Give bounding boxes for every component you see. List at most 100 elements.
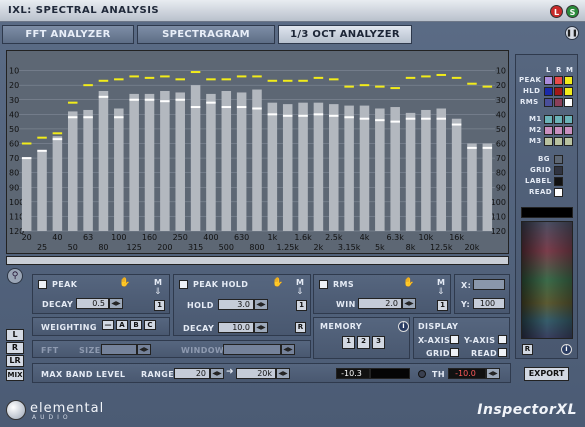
th-field[interactable]: -10.0 — [448, 368, 486, 379]
memory-slot-3[interactable]: 3 — [372, 336, 385, 349]
th-label: TH — [432, 370, 445, 379]
th-stepper[interactable]: ◀▶ — [486, 368, 500, 379]
peak-hold-marker — [482, 85, 493, 88]
y-axis-checkbox[interactable] — [498, 335, 507, 344]
peak-hold-checkbox[interactable] — [179, 280, 188, 289]
y-tick-label-left: 10 — [9, 67, 19, 76]
x-axis-checkbox[interactable] — [450, 335, 459, 344]
weighting-b-button[interactable]: B — [130, 320, 142, 330]
peak-checkbox[interactable] — [38, 280, 47, 289]
swatch-m2-m[interactable] — [564, 126, 573, 135]
grid-checkbox[interactable] — [450, 348, 459, 357]
memory-info-icon[interactable]: i — [398, 321, 409, 332]
tab-oct-analyzer[interactable]: 1/3 OCT ANALYZER — [278, 25, 412, 44]
rms-m-button[interactable]: 1 — [437, 300, 448, 311]
weighting-a-button[interactable]: A — [116, 320, 128, 330]
memory-slot-1[interactable]: 1 — [342, 336, 355, 349]
spectrum-bar — [282, 104, 293, 231]
x-axis-label: X-AXIS — [418, 336, 451, 345]
channel-r-button[interactable]: R — [6, 342, 24, 354]
peak-decay-field[interactable]: 0.5 — [76, 298, 109, 309]
read-checkbox[interactable] — [498, 348, 507, 357]
swatch-m1-l[interactable] — [544, 115, 553, 124]
range-to-stepper[interactable]: ◀▶ — [276, 368, 290, 379]
swatch-grid[interactable] — [554, 166, 563, 175]
swatch-rms-r[interactable] — [554, 98, 563, 107]
hold-field[interactable]: 3.0 — [218, 299, 254, 310]
y-axis-label: Y-AXIS — [464, 336, 496, 345]
x-label: X: — [461, 281, 472, 290]
peak-hold-marker — [98, 79, 109, 82]
export-button[interactable]: EXPORT — [524, 367, 569, 381]
weighting-none-button[interactable]: — — [102, 320, 114, 330]
channel-lr-button[interactable]: LR — [6, 355, 24, 367]
hold-decay-stepper[interactable]: ◀▶ — [254, 322, 268, 333]
swatch-read[interactable] — [554, 188, 563, 197]
hold-stepper[interactable]: ◀▶ — [254, 299, 268, 310]
memory-slot-2[interactable]: 2 — [357, 336, 370, 349]
spectrum-bar — [206, 93, 216, 231]
hold-reset-button[interactable]: R — [295, 322, 306, 333]
swatch-hld-m[interactable] — [564, 87, 573, 96]
rms-win-stepper[interactable]: ◀▶ — [402, 298, 416, 309]
legend-info-icon[interactable]: i — [561, 344, 572, 355]
peak-m-button[interactable]: 1 — [154, 300, 165, 311]
swatch-hld-l[interactable] — [544, 87, 553, 96]
weighting-c-button[interactable]: C — [144, 320, 156, 330]
peak-hold-marker — [451, 76, 462, 79]
color-picker[interactable] — [521, 221, 573, 339]
hold-m-button[interactable]: 1 — [296, 300, 307, 311]
channel-mix-button[interactable]: MIX — [6, 369, 24, 381]
swatch-m2-l[interactable] — [544, 126, 553, 135]
rms-marker — [451, 123, 462, 126]
swatch-m1-m[interactable] — [564, 115, 573, 124]
legend-rms-label: RMS — [520, 98, 539, 106]
y-tick-label-left: 30 — [9, 96, 19, 105]
swatch-m2-r[interactable] — [554, 126, 563, 135]
swatch-bg[interactable] — [554, 155, 563, 164]
swatch-rms-l[interactable] — [544, 98, 553, 107]
range-from-field[interactable]: 20 — [174, 368, 210, 379]
swatch-peak-r[interactable] — [554, 76, 563, 85]
x-tick-label-top: 20 — [22, 233, 32, 242]
swatch-peak-l[interactable] — [544, 76, 553, 85]
rms-checkbox[interactable] — [319, 280, 328, 289]
x-tick-label-bottom: 50 — [68, 243, 78, 252]
peak-decay-stepper[interactable]: ◀▶ — [109, 298, 123, 309]
x-tick-label-top: 100 — [111, 233, 126, 242]
peak-hold-marker — [359, 84, 370, 87]
swatch-label[interactable] — [554, 177, 563, 186]
spectrum-bar — [221, 91, 232, 231]
swatch-hld-r[interactable] — [554, 87, 563, 96]
tab-fft-analyzer[interactable]: FFT ANALYZER — [2, 25, 134, 44]
chart-scrollbar[interactable] — [6, 256, 509, 265]
range-from-stepper[interactable]: ◀▶ — [210, 368, 224, 379]
s-button[interactable]: S — [566, 5, 579, 18]
swatch-m3-r[interactable] — [554, 137, 563, 146]
swatch-m3-l[interactable] — [544, 137, 553, 146]
brand-sub: AUDIO — [32, 414, 72, 421]
swatch-m1-r[interactable] — [554, 115, 563, 124]
tab-spectragram[interactable]: SPECTRAGRAM — [137, 25, 275, 44]
x-tick-label-bottom: 8k — [406, 243, 416, 252]
fft-size-label: SIZE — [79, 346, 101, 355]
swatch-m3-m[interactable] — [564, 137, 573, 146]
legend-reset-button[interactable]: R — [522, 344, 533, 355]
spectrum-bar — [390, 107, 400, 231]
y-field: 100 — [473, 298, 505, 309]
rms-marker — [405, 117, 416, 120]
channel-l-button[interactable]: L — [6, 329, 24, 341]
spectrum-bar — [160, 91, 170, 231]
hold-decay-field[interactable]: 10.0 — [218, 322, 254, 333]
swatch-rms-m[interactable] — [564, 98, 573, 107]
l-button[interactable]: L — [550, 5, 563, 18]
fft-panel: FFT SIZE ◀▶ WINDOW ◀▶ — [32, 340, 311, 358]
magnifier-icon[interactable]: ⚲ — [7, 268, 23, 284]
range-to-field[interactable]: 20k — [236, 368, 276, 379]
swatch-peak-m[interactable] — [564, 76, 573, 85]
y-tick-label-right: 60 — [496, 140, 506, 149]
x-tick-label-top: 16k — [449, 233, 464, 242]
pause-icon[interactable]: ❚❚ — [565, 26, 579, 40]
rms-win-field[interactable]: 2.0 — [358, 298, 402, 309]
peak-hold-marker — [344, 85, 354, 88]
